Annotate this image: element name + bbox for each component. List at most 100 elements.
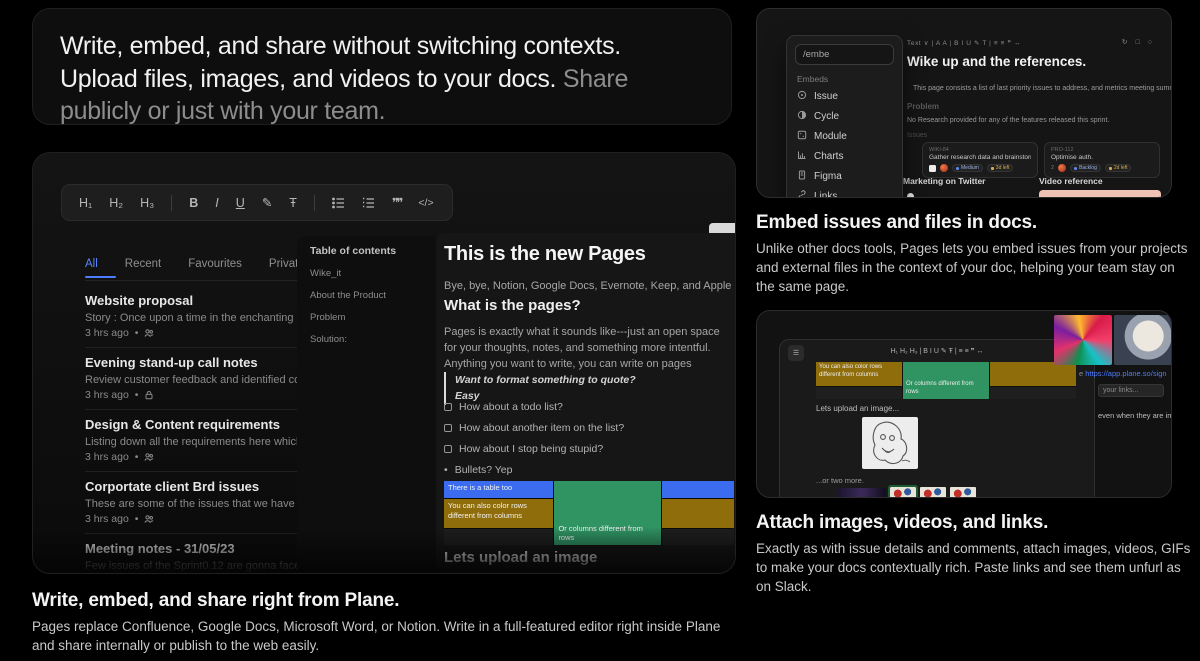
pages-editor-screenshot-card: H₁ H₂ H₃ B I U ✎ Ŧ ❞❞ </> All Recent Fav… [32, 152, 736, 574]
state-badge: Backlog [1070, 164, 1101, 172]
more-caption: ...or two more. [816, 476, 864, 485]
list-item[interactable]: Website proposal Story : Once upon a tim… [85, 293, 331, 355]
attach-section: Attach images, videos, and links. Exactl… [756, 512, 1192, 596]
list-item[interactable]: Design & Content requirements Listing do… [85, 417, 331, 479]
page-excerpt: Story : Once upon a time in the enchanti… [85, 312, 331, 324]
embed-label-twitter: Marketing on Twitter [903, 176, 986, 186]
bold-button[interactable]: B [189, 196, 198, 210]
bullet-list-icon[interactable] [332, 197, 345, 209]
embed-section: Embed issues and files in docs. Unlike o… [756, 212, 1192, 296]
state-badge: Medium [952, 164, 983, 172]
quote-line: Want to format something to quote? [455, 372, 636, 388]
due-badge: 3d left [987, 164, 1014, 172]
piggy-bank-image [1114, 315, 1172, 365]
sidebar-toggle-icon[interactable]: ☰ [788, 345, 804, 361]
issue-icon [797, 90, 807, 103]
menu-item-label: Module [814, 131, 847, 142]
toc-item[interactable]: About the Product [310, 290, 436, 301]
menu-item-cycle[interactable]: Cycle [787, 106, 902, 126]
embed-label-video: Video reference [1039, 176, 1103, 186]
list-item[interactable]: Evening stand-up call notes Review custo… [85, 355, 331, 417]
video-embed-preview [1039, 190, 1161, 198]
menu-item-links[interactable]: Links [787, 186, 902, 198]
section-body: Pages replace Confluence, Google Docs, M… [32, 617, 744, 655]
menu-item-charts[interactable]: Charts [787, 146, 902, 166]
doc-intro: Bye, bye, Notion, Google Docs, Evernote,… [444, 280, 736, 292]
todo-label: How about a todo list? [459, 401, 563, 413]
table-cell-blue: There is a table too [444, 481, 553, 498]
todo-label: How about another item on the list? [459, 422, 624, 434]
comic-thumbnail [890, 487, 916, 498]
todo-item: How about another item on the list? [444, 422, 624, 434]
checkbox[interactable] [444, 445, 452, 453]
page-time: 3 hrs ago [85, 451, 129, 463]
menu-item-label: Issue [814, 91, 838, 102]
heading1-button[interactable]: H₁ [79, 196, 92, 210]
doc-paragraph: Pages is exactly what it sounds like---j… [444, 325, 728, 357]
heading2-button[interactable]: H₂ [109, 196, 123, 210]
page-time: 3 hrs ago [85, 513, 129, 525]
tweet-avatar [907, 193, 914, 198]
page-title: Corportate client Brd issues [85, 479, 331, 494]
avatar [1058, 164, 1066, 172]
underline-button[interactable]: U [236, 196, 245, 210]
charts-icon [797, 150, 807, 163]
pasted-link[interactable]: e https://app.plane.so/sign [1079, 369, 1167, 378]
strikethrough-button[interactable]: Ŧ [289, 196, 297, 210]
tab-all[interactable]: All [85, 258, 98, 270]
toc-item[interactable]: Problem [310, 312, 436, 323]
highlight-pen-icon[interactable]: ✎ [262, 195, 272, 210]
todo-item: How about I stop being stupid? [444, 443, 603, 455]
uploaded-image-edge [444, 573, 700, 574]
active-tab-underline [85, 276, 116, 278]
avatar [940, 164, 948, 172]
members-icon [144, 514, 154, 524]
editor-actions-icons[interactable]: ↻ □ ○ [1122, 38, 1155, 46]
footer-section: Write, embed, and share right from Plane… [32, 590, 744, 655]
embedded-issue-card[interactable]: PRO-112 Optimise auth. 2 Backlog 2d left [1044, 142, 1160, 178]
bullet-marker: • [444, 464, 448, 476]
table-of-contents: Table of contents Wike_it About the Prod… [297, 236, 436, 573]
palette-section-label: Embeds [797, 74, 892, 84]
menu-item-figma[interactable]: Figma [787, 166, 902, 186]
checkbox[interactable] [444, 403, 452, 411]
link-url[interactable]: https://app.plane.so/sign [1085, 369, 1166, 378]
doc-section-heading: What is the pages? [444, 297, 581, 314]
table-cell-green: Or columns different from rows [903, 362, 989, 399]
toc-item[interactable]: Wike_it [310, 268, 436, 279]
due-flag-icon [1109, 167, 1112, 170]
section-body: Exactly as with issue details and commen… [756, 539, 1192, 596]
issue-thumbnail [929, 165, 936, 172]
purple-image-thumbnail [838, 488, 886, 498]
state-dot-icon [956, 167, 959, 170]
heading3-button[interactable]: H₃ [140, 196, 154, 210]
image-thumbnails-row [838, 487, 976, 498]
section-title: Attach images, videos, and links. [756, 512, 1192, 534]
command-input[interactable]: /embe [795, 44, 894, 65]
page-time: 3 hrs ago [85, 327, 129, 339]
mini-editor-panel: ☰ H₁ H₂ H₃ | B I U ✎ Ŧ | ≡ ≡ ❞ ↔ You can… [779, 339, 1095, 498]
dot-separator: • [135, 451, 139, 463]
menu-item-issue[interactable]: Issue [787, 86, 902, 106]
embedded-issue-card[interactable]: WIKI-84 Gather research data and brainst… [922, 142, 1038, 178]
bullet-label: Bullets? Yep [455, 464, 513, 476]
numbered-list-icon[interactable] [362, 197, 375, 209]
tab-recent[interactable]: Recent [125, 258, 161, 270]
toc-item[interactable]: Solution: [310, 334, 436, 345]
links-input[interactable]: your links... [1098, 384, 1164, 397]
table-cell-yellow: You can also color rows different from c… [816, 362, 902, 386]
page-excerpt: These are some of the issues that we hav… [85, 498, 331, 510]
checkbox[interactable] [444, 424, 452, 432]
side-note-text: even when they are image- [1098, 411, 1172, 420]
module-icon [797, 130, 807, 143]
page-title: Evening stand-up call notes [85, 355, 331, 370]
menu-item-module[interactable]: Module [787, 126, 902, 146]
italic-button[interactable]: I [215, 196, 218, 210]
intro-text-primary: Write, embed, and share without switchin… [60, 32, 621, 93]
code-button[interactable]: </> [418, 197, 433, 209]
page-title: Website proposal [85, 293, 331, 308]
blockquote-button[interactable]: ❞❞ [392, 195, 401, 210]
tabs-divider [85, 280, 331, 281]
tab-favourites[interactable]: Favourites [188, 258, 242, 270]
dot-separator: • [135, 389, 139, 401]
